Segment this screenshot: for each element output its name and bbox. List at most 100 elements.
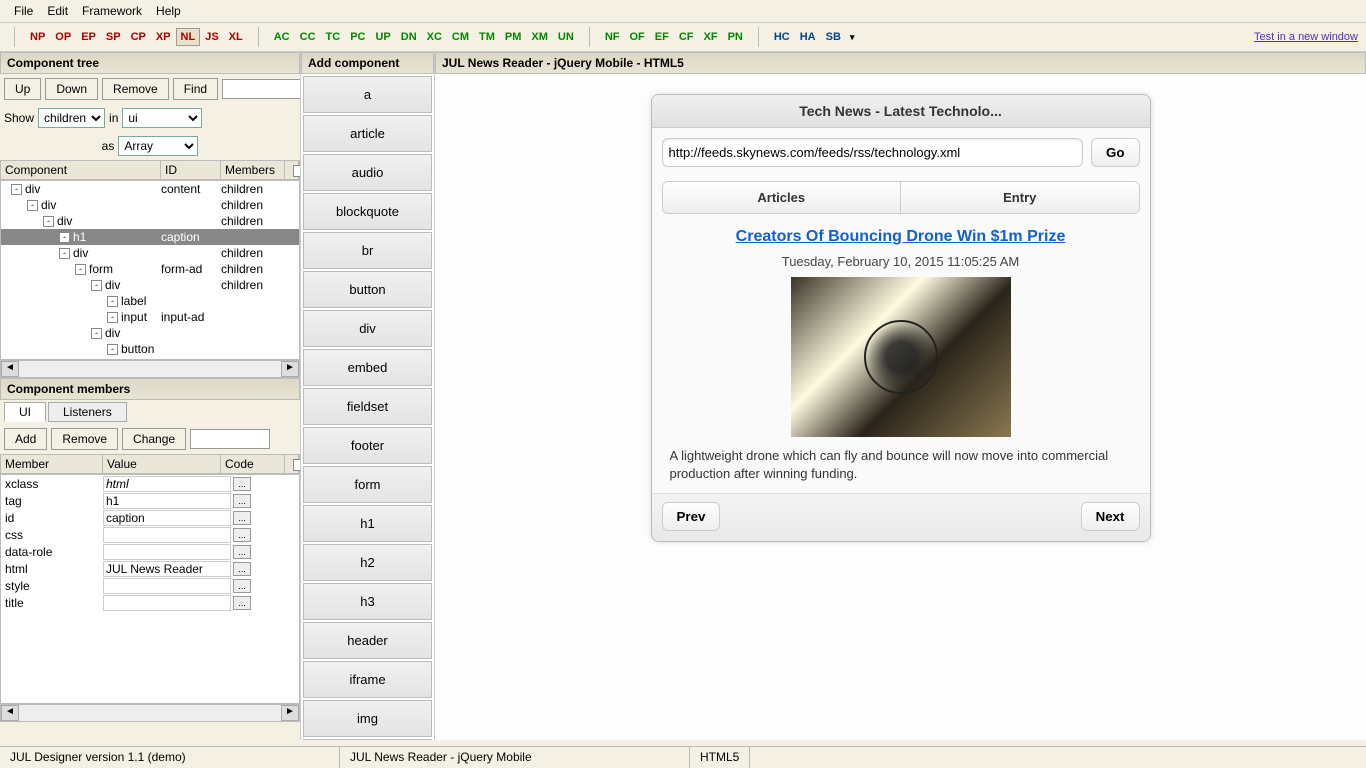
up-button[interactable]: Up — [4, 78, 41, 100]
member-row[interactable]: title ... — [1, 594, 299, 611]
change-button[interactable]: Change — [122, 428, 186, 450]
prev-button[interactable]: Prev — [662, 502, 721, 531]
article-title[interactable]: Creators Of Bouncing Drone Win $1m Prize — [670, 228, 1132, 246]
tb-PN[interactable]: PN — [723, 28, 748, 46]
next-button[interactable]: Next — [1081, 502, 1140, 531]
tree-row[interactable]: -label — [1, 293, 299, 309]
tree-row[interactable]: children — [1, 357, 299, 360]
code-button[interactable]: ... — [233, 562, 251, 576]
tb-SB[interactable]: SB — [821, 28, 846, 46]
member-value-input[interactable] — [103, 595, 231, 611]
code-button[interactable]: ... — [233, 545, 251, 559]
add-button[interactable]: Add — [4, 428, 47, 450]
tb-CM[interactable]: CM — [447, 28, 474, 46]
tb-NL[interactable]: NL — [176, 28, 201, 46]
member-remove-button[interactable]: Remove — [51, 428, 118, 450]
tb-DN[interactable]: DN — [396, 28, 422, 46]
tb-NF[interactable]: NF — [600, 28, 625, 46]
tb-PM[interactable]: PM — [500, 28, 527, 46]
members-body[interactable]: xclass ... tag ... id ... css ... data-r… — [0, 474, 300, 704]
component-header[interactable]: header — [303, 622, 432, 659]
component-h3[interactable]: h3 — [303, 583, 432, 620]
component-br[interactable]: br — [303, 232, 432, 269]
tb-XM[interactable]: XM — [526, 28, 553, 46]
component-iframe[interactable]: iframe — [303, 661, 432, 698]
tb-EF[interactable]: EF — [650, 28, 674, 46]
code-button[interactable]: ... — [233, 511, 251, 525]
tab-ui[interactable]: UI — [4, 402, 46, 422]
tree-row[interactable]: -button — [1, 341, 299, 357]
member-value-input[interactable] — [103, 476, 231, 492]
component-a[interactable]: a — [303, 76, 432, 113]
tb-OP[interactable]: OP — [50, 28, 76, 46]
member-row[interactable]: tag ... — [1, 492, 299, 509]
as-select[interactable]: Array — [118, 136, 198, 156]
component-button[interactable]: button — [303, 271, 432, 308]
member-row[interactable]: html ... — [1, 560, 299, 577]
change-input[interactable] — [190, 429, 270, 449]
tree-row[interactable]: -h1 caption — [1, 229, 299, 245]
tb-CC[interactable]: CC — [295, 28, 321, 46]
tb-CF[interactable]: CF — [674, 28, 699, 46]
member-row[interactable]: data-role ... — [1, 543, 299, 560]
component-input[interactable]: input — [303, 739, 432, 740]
tree-toggle[interactable]: - — [59, 232, 70, 243]
member-row[interactable]: css ... — [1, 526, 299, 543]
tree-body[interactable]: -div contentchildren -div children -div … — [0, 180, 300, 360]
tb-TM[interactable]: TM — [474, 28, 500, 46]
tb-HA[interactable]: HA — [795, 28, 821, 46]
down-button[interactable]: Down — [45, 78, 98, 100]
tree-row[interactable]: -input input-ad — [1, 309, 299, 325]
tb-PC[interactable]: PC — [345, 28, 370, 46]
code-button[interactable]: ... — [233, 494, 251, 508]
tree-toggle[interactable]: - — [75, 264, 86, 275]
component-footer[interactable]: footer — [303, 427, 432, 464]
code-button[interactable]: ... — [233, 579, 251, 593]
component-img[interactable]: img — [303, 700, 432, 737]
find-button[interactable]: Find — [173, 78, 218, 100]
remove-button[interactable]: Remove — [102, 78, 169, 100]
tree-toggle[interactable]: - — [91, 328, 102, 339]
tree-row[interactable]: -div contentchildren — [1, 181, 299, 197]
menu-file[interactable]: File — [8, 2, 39, 20]
show-select[interactable]: children — [38, 108, 105, 128]
code-button[interactable]: ... — [233, 477, 251, 491]
member-row[interactable]: style ... — [1, 577, 299, 594]
tree-row[interactable]: -div children — [1, 213, 299, 229]
tree-toggle[interactable]: - — [27, 200, 38, 211]
component-h2[interactable]: h2 — [303, 544, 432, 581]
component-blockquote[interactable]: blockquote — [303, 193, 432, 230]
tab-entry[interactable]: Entry — [901, 182, 1139, 213]
tree-hscroll[interactable]: ◄► — [0, 360, 300, 378]
tree-toggle[interactable]: - — [107, 312, 118, 323]
tb-XC[interactable]: XC — [422, 28, 447, 46]
member-value-input[interactable] — [103, 493, 231, 509]
tree-toggle[interactable]: - — [91, 280, 102, 291]
tb-CP[interactable]: CP — [126, 28, 151, 46]
component-list[interactable]: aarticleaudioblockquotebrbuttondivembedf… — [301, 74, 434, 740]
tb-NP[interactable]: NP — [25, 28, 50, 46]
tree-row[interactable]: -div children — [1, 277, 299, 293]
component-article[interactable]: article — [303, 115, 432, 152]
member-value-input[interactable] — [103, 561, 231, 577]
tb-OF[interactable]: OF — [624, 28, 649, 46]
tree-row[interactable]: -div children — [1, 245, 299, 261]
tb-JS[interactable]: JS — [200, 28, 223, 46]
in-select[interactable]: ui — [122, 108, 202, 128]
component-div[interactable]: div — [303, 310, 432, 347]
member-value-input[interactable] — [103, 578, 231, 594]
members-hscroll[interactable]: ◄► — [0, 704, 300, 722]
test-link[interactable]: Test in a new window — [1254, 31, 1358, 43]
component-embed[interactable]: embed — [303, 349, 432, 386]
member-value-input[interactable] — [103, 527, 231, 543]
tb-TC[interactable]: TC — [321, 28, 346, 46]
tree-toggle[interactable]: - — [43, 216, 54, 227]
tb-SP[interactable]: SP — [101, 28, 126, 46]
url-input[interactable] — [662, 138, 1083, 167]
tb-UP[interactable]: UP — [370, 28, 395, 46]
go-button[interactable]: Go — [1091, 138, 1140, 167]
component-fieldset[interactable]: fieldset — [303, 388, 432, 425]
tree-toggle[interactable]: - — [107, 296, 118, 307]
tb-XP[interactable]: XP — [151, 28, 176, 46]
code-button[interactable]: ... — [233, 528, 251, 542]
